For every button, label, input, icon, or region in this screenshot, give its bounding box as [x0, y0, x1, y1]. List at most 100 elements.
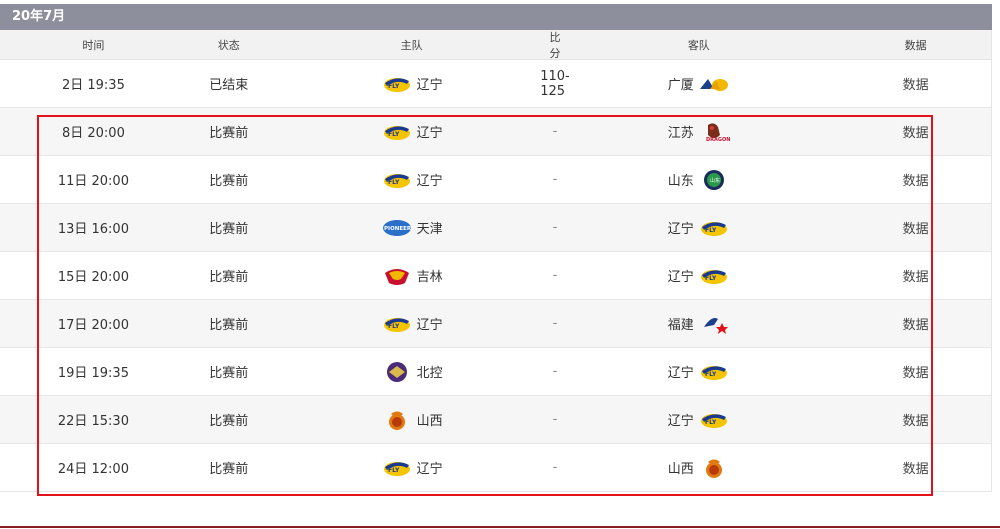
- svg-text:FLY: FLY: [388, 131, 400, 138]
- home-team-name: 辽宁: [416, 174, 443, 189]
- liaoning-logo-icon: FLY: [381, 313, 413, 335]
- svg-text:DRAGONS: DRAGONS: [706, 137, 730, 143]
- match-time: 17日 20:00: [57, 318, 129, 333]
- table-row: 13日 16:00 比赛前 PIONEERS 天津 - 辽宁 FLY 数据: [0, 204, 991, 252]
- jilin-logo-icon: [381, 265, 413, 287]
- match-time: 11日 20:00: [57, 174, 129, 189]
- home-team[interactable]: 山西: [271, 396, 553, 443]
- away-team-name: 山西: [667, 462, 694, 477]
- data-link[interactable]: 数据: [840, 396, 991, 443]
- table-row: 15日 20:00 比赛前 吉林 - 辽宁 FLY 数据: [0, 252, 991, 300]
- svg-text:山东: 山东: [710, 177, 720, 184]
- home-team[interactable]: FLY 辽宁: [271, 156, 553, 203]
- away-team[interactable]: 福建: [557, 300, 840, 347]
- data-link[interactable]: 数据: [840, 108, 991, 155]
- home-team-name: 辽宁: [416, 78, 443, 93]
- header-time: 时间: [82, 38, 105, 52]
- match-status: 比赛前: [209, 222, 249, 237]
- away-team[interactable]: 山西: [557, 444, 840, 491]
- away-team[interactable]: 山东 山东: [557, 156, 840, 203]
- table-row: 22日 15:30 比赛前 山西 - 辽宁 FLY 数据: [0, 396, 991, 444]
- match-status: 比赛前: [209, 366, 249, 381]
- home-team-name: 辽宁: [416, 462, 443, 477]
- svg-text:FLY: FLY: [705, 275, 717, 282]
- away-team[interactable]: 辽宁 FLY: [557, 348, 840, 395]
- away-team[interactable]: 江苏 DRAGONS: [557, 108, 840, 155]
- month-title: 20年7月: [0, 4, 992, 30]
- liaoning-logo-icon: FLY: [698, 217, 730, 239]
- match-time: 19日 19:35: [57, 366, 129, 381]
- home-team-name: 辽宁: [416, 126, 443, 141]
- header-away: 客队: [687, 38, 710, 52]
- match-status: 已结束: [209, 78, 249, 93]
- away-team[interactable]: 辽宁 FLY: [557, 396, 840, 443]
- away-team[interactable]: 广厦: [557, 60, 840, 107]
- match-status: 比赛前: [209, 270, 249, 285]
- match-status: 比赛前: [209, 318, 249, 333]
- liaoning-logo-icon: FLY: [698, 265, 730, 287]
- data-link[interactable]: 数据: [840, 252, 991, 299]
- liaoning-logo-icon: FLY: [381, 457, 413, 479]
- match-status: 比赛前: [209, 462, 249, 477]
- away-team-name: 辽宁: [667, 270, 694, 285]
- match-time: 2日 19:35: [61, 78, 125, 93]
- match-status: 比赛前: [209, 414, 249, 429]
- match-time: 15日 20:00: [57, 270, 129, 285]
- data-link[interactable]: 数据: [840, 300, 991, 347]
- header-data: 数据: [904, 38, 927, 52]
- home-team-name: 吉林: [416, 270, 443, 285]
- svg-text:FLY: FLY: [705, 371, 717, 378]
- liaoning-logo-icon: FLY: [381, 121, 413, 143]
- match-time: 8日 20:00: [61, 126, 125, 141]
- jiangsu-logo-icon: DRAGONS: [698, 121, 730, 143]
- data-link[interactable]: 数据: [840, 60, 991, 107]
- home-team[interactable]: PIONEERS 天津: [271, 204, 553, 251]
- svg-text:FLY: FLY: [705, 227, 717, 234]
- home-team[interactable]: FLY 辽宁: [271, 108, 553, 155]
- shandong-logo-icon: 山东: [698, 169, 730, 191]
- svg-text:FLY: FLY: [388, 323, 400, 330]
- match-time: 22日 15:30: [57, 414, 129, 429]
- tianjin-logo-icon: PIONEERS: [381, 217, 413, 239]
- home-team[interactable]: FLY 辽宁: [271, 60, 553, 107]
- home-team-name: 山西: [416, 414, 443, 429]
- away-team[interactable]: 辽宁 FLY: [557, 204, 840, 251]
- table-row: 8日 20:00比赛前FLY辽宁-江苏DRAGONS数据: [0, 108, 991, 156]
- home-team[interactable]: 北控: [271, 348, 553, 395]
- away-team[interactable]: 辽宁 FLY: [557, 252, 840, 299]
- away-team-name: 辽宁: [667, 366, 694, 381]
- shanxi-logo-icon: [381, 409, 413, 431]
- beikong-logo-icon: [381, 361, 413, 383]
- data-link[interactable]: 数据: [840, 156, 991, 203]
- svg-text:FLY: FLY: [388, 83, 400, 90]
- liaoning-logo-icon: FLY: [381, 73, 413, 95]
- match-time: 24日 12:00: [57, 462, 129, 477]
- svg-text:FLY: FLY: [388, 467, 400, 474]
- match-status: 比赛前: [209, 174, 249, 189]
- data-link[interactable]: 数据: [840, 204, 991, 251]
- away-team-name: 江苏: [667, 126, 694, 141]
- away-team-name: 辽宁: [667, 222, 694, 237]
- data-link[interactable]: 数据: [840, 444, 991, 491]
- table-header: 时间 状态 主队 比分 客队 数据: [0, 30, 991, 60]
- table-row: 2日 19:35 已结束 FLY 辽宁 110-125 广厦 数据: [0, 60, 991, 108]
- home-team[interactable]: 吉林: [271, 252, 553, 299]
- home-team[interactable]: FLY 辽宁: [271, 300, 553, 347]
- schedule-table: 时间 状态 主队 比分 客队 数据 2日 19:35 已结束 FLY 辽宁 110-12…: [0, 30, 992, 492]
- svg-text:FLY: FLY: [705, 419, 717, 426]
- away-team-name: 福建: [667, 318, 694, 333]
- home-team-name: 北控: [416, 366, 443, 381]
- bottom-divider: [0, 526, 1000, 528]
- svg-text:PIONEERS: PIONEERS: [384, 226, 413, 232]
- liaoning-logo-icon: FLY: [698, 361, 730, 383]
- guangsha-logo-icon: [698, 73, 730, 95]
- away-team-name: 山东: [667, 174, 694, 189]
- header-home: 主队: [400, 38, 423, 52]
- away-team-name: 广厦: [667, 78, 694, 93]
- table-row: 11日 20:00 比赛前 FLY 辽宁 - 山东 山东 数据: [0, 156, 991, 204]
- match-status: 比赛前: [209, 126, 249, 141]
- shanxi-logo-icon: [698, 457, 730, 479]
- data-link[interactable]: 数据: [840, 348, 991, 395]
- liaoning-logo-icon: FLY: [381, 169, 413, 191]
- home-team[interactable]: FLY 辽宁: [271, 444, 553, 491]
